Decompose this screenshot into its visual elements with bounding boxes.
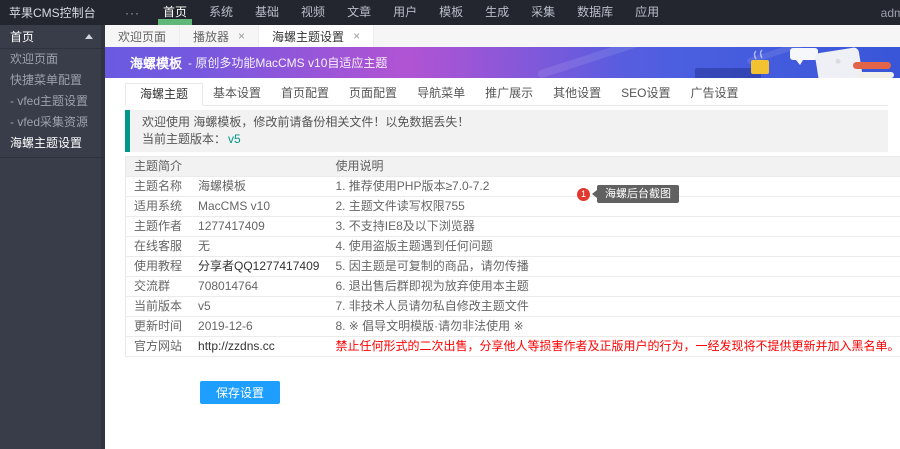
- user-account-label[interactable]: adm: [881, 6, 900, 20]
- sidebar-item-vfed-collect-res[interactable]: - vfed采集资源: [0, 112, 105, 133]
- row-value: 1277417409: [190, 217, 327, 237]
- row-note: 6. 退出售后群即视为放弃使用本主题: [327, 277, 900, 297]
- sidebar-item-welcome-page[interactable]: 欢迎页面: [0, 49, 105, 70]
- row-label: 更新时间: [126, 317, 191, 337]
- table-row: 当前版本 v5 7. 非技术人员请勿私自修改主题文件: [126, 297, 900, 317]
- sidebar-item-conch-theme-settings[interactable]: 海螺主题设置: [0, 133, 105, 154]
- row-value: 2019-12-6: [190, 317, 327, 337]
- column-header-intro: 主题简介: [126, 157, 328, 177]
- workspace-illustration: [690, 47, 900, 78]
- banner-subtitle: - 原创多功能MacCMS v10自适应主题: [188, 54, 387, 71]
- page-tab-conch-theme[interactable]: 海螺主题设置 ×: [259, 25, 374, 47]
- row-value: 708014764: [190, 277, 327, 297]
- theme-settings-tabs: 海螺主题 基本设置 首页配置 页面配置 导航菜单 推广展示 其他设置 SEO设置…: [125, 83, 888, 106]
- table-row: 主题作者 1277417409 3. 不支持IE8及以下浏览器: [126, 217, 900, 237]
- topnav-item-video[interactable]: 视频: [290, 0, 336, 25]
- theme-banner: 海螺模板 - 原创多功能MacCMS v10自适应主题: [105, 47, 900, 78]
- row-label: 交流群: [126, 277, 191, 297]
- save-settings-button[interactable]: 保存设置: [200, 381, 280, 404]
- page-tab-welcome[interactable]: 欢迎页面: [105, 25, 180, 47]
- sidebar-group-home[interactable]: 首页: [0, 25, 105, 49]
- table-row: 交流群 708014764 6. 退出售后群即视为放弃使用本主题: [126, 277, 900, 297]
- page-tab-label: 播放器: [193, 28, 229, 45]
- backend-screenshot-link[interactable]: 海螺后台截图: [597, 185, 679, 203]
- topnav-item-home[interactable]: 首页: [152, 0, 198, 25]
- tab-promo-display[interactable]: 推广展示: [475, 83, 543, 105]
- sidebar-divider: [0, 157, 105, 158]
- row-note: 3. 不支持IE8及以下浏览器: [327, 217, 900, 237]
- row-value: v5: [190, 297, 327, 317]
- topnav-item-app[interactable]: 应用: [624, 0, 670, 25]
- close-icon[interactable]: ×: [353, 30, 360, 42]
- banner-title: 海螺模板: [130, 53, 182, 72]
- tab-basic-settings[interactable]: 基本设置: [203, 83, 271, 105]
- topnav-item-basic[interactable]: 基础: [244, 0, 290, 25]
- table-row: 官方网站 http://zzdns.cc 禁止任何形式的二次出售，分享他人等损害…: [126, 337, 900, 357]
- row-label: 官方网站: [126, 337, 191, 357]
- table-row: 主题名称 海螺模板 1. 推荐使用PHP版本≥7.0-7.2: [126, 177, 900, 197]
- version-value: v5: [228, 132, 241, 146]
- welcome-notice: 欢迎使用 海螺模板，修改前请备份相关文件！以免数据丢失！ 当前主题版本：v5: [125, 110, 888, 152]
- row-note: 5. 因主题是可复制的商品，请勿传播: [327, 257, 900, 277]
- row-note: 7. 非技术人员请勿私自修改主题文件: [327, 297, 900, 317]
- row-value-website[interactable]: http://zzdns.cc: [190, 337, 327, 357]
- table-row: 更新时间 2019-12-6 8. ※ 倡导文明模版·请勿非法使用 ※: [126, 317, 900, 337]
- column-header-usage: 使用说明: [327, 157, 900, 177]
- topnav-item-user[interactable]: 用户: [382, 0, 428, 25]
- topnav-item-article[interactable]: 文章: [336, 0, 382, 25]
- top-bar: 苹果CMS控制台 ··· 首页 系统 基础 视频 文章 用户 模板 生成 采集 …: [0, 0, 900, 25]
- row-label: 主题作者: [126, 217, 191, 237]
- topnav-item-system[interactable]: 系统: [198, 0, 244, 25]
- row-value: 海螺模板: [190, 177, 327, 197]
- tab-other-settings[interactable]: 其他设置: [543, 83, 611, 105]
- banner-streak: [537, 47, 663, 78]
- row-note: 4. 使用盗版主题遇到任何问题: [327, 237, 900, 257]
- topnav-item-template[interactable]: 模板: [428, 0, 474, 25]
- tab-ad-settings[interactable]: 广告设置: [680, 83, 748, 105]
- badge-icon: 1: [577, 188, 590, 201]
- sidebar-item-vfed-theme-settings[interactable]: - vfed主题设置: [0, 91, 105, 112]
- open-page-tabs: 欢迎页面 播放器 × 海螺主题设置 ×: [105, 25, 900, 47]
- table-header-row: 主题简介 使用说明: [126, 157, 900, 177]
- sidebar-group-label: 首页: [10, 28, 34, 45]
- row-label: 适用系统: [126, 197, 191, 217]
- theme-info-table: 主题简介 使用说明 主题名称 海螺模板 1. 推荐使用PHP版本≥7.0-7.2…: [125, 156, 888, 357]
- table-row: 使用教程 分享者QQ1277417409 5. 因主题是可复制的商品，请勿传播: [126, 257, 900, 277]
- tab-home-config[interactable]: 首页配置: [271, 83, 339, 105]
- page-tab-label: 欢迎页面: [118, 28, 166, 45]
- row-label: 使用教程: [126, 257, 191, 277]
- sidebar: 首页 欢迎页面 快捷菜单配置 - vfed主题设置 - vfed采集资源 海螺主…: [0, 25, 105, 449]
- tab-conch-theme[interactable]: 海螺主题: [125, 83, 203, 106]
- row-note: 8. ※ 倡导文明模版·请勿非法使用 ※: [327, 317, 900, 337]
- app-title: 苹果CMS控制台: [0, 4, 113, 21]
- row-note-warning: 禁止任何形式的二次出售，分享他人等损害作者及正版用户的行为，一经发现将不提供更新…: [327, 337, 900, 357]
- topnav-item-collect[interactable]: 采集: [520, 0, 566, 25]
- row-label: 当前版本: [126, 297, 191, 317]
- more-menu-icon[interactable]: ···: [113, 6, 152, 20]
- row-value: 无: [190, 237, 327, 257]
- row-value: MacCMS v10: [190, 197, 327, 217]
- tab-seo-settings[interactable]: SEO设置: [611, 83, 680, 105]
- chevron-up-icon: [85, 34, 93, 39]
- topnav-item-generate[interactable]: 生成: [474, 0, 520, 25]
- page-tab-label: 海螺主题设置: [272, 28, 344, 45]
- row-value: 分享者QQ1277417409: [190, 257, 327, 277]
- notice-line1: 欢迎使用 海螺模板，修改前请备份相关文件！以免数据丢失！: [142, 114, 876, 131]
- version-label: 当前主题版本：: [142, 132, 226, 146]
- page-tab-player[interactable]: 播放器 ×: [180, 25, 259, 47]
- sidebar-item-quick-menu-config[interactable]: 快捷菜单配置: [0, 70, 105, 91]
- table-row: 在线客服 无 4. 使用盗版主题遇到任何问题: [126, 237, 900, 257]
- close-icon[interactable]: ×: [238, 30, 245, 42]
- tab-page-config[interactable]: 页面配置: [339, 83, 407, 105]
- row-label: 在线客服: [126, 237, 191, 257]
- backend-screenshot-tip: 1 海螺后台截图: [577, 185, 679, 203]
- table-row: 适用系统 MacCMS v10 2. 主题文件读写权限755: [126, 197, 900, 217]
- topnav-item-database[interactable]: 数据库: [566, 0, 624, 25]
- row-label: 主题名称: [126, 177, 191, 197]
- tab-nav-menu[interactable]: 导航菜单: [407, 83, 475, 105]
- top-navigation: 首页 系统 基础 视频 文章 用户 模板 生成 采集 数据库 应用: [152, 0, 670, 25]
